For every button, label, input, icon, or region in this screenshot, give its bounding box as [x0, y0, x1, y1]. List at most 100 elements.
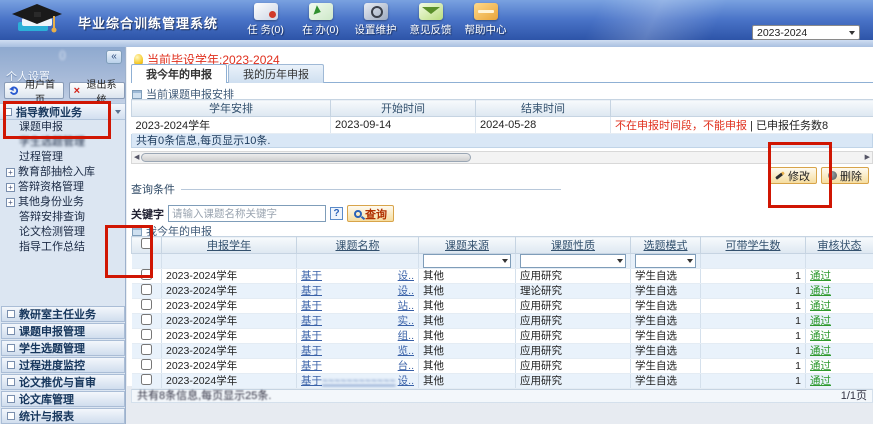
topic-title-link[interactable]: 基于 [301, 330, 322, 342]
sidebar-item-label: 课题申报 [19, 120, 63, 135]
scroll-right-icon[interactable]: ▶ [865, 153, 870, 163]
expand-plus-icon[interactable]: + [6, 198, 15, 207]
expand-plus-icon[interactable]: + [6, 168, 15, 177]
logout-button[interactable]: × 退出系统 [69, 82, 125, 99]
column-sort-link[interactable]: 课题性质 [551, 240, 595, 252]
tab-0[interactable]: 我今年的申报 [131, 64, 227, 83]
sidebar-item-3[interactable]: +教育部抽检入库 [0, 165, 125, 180]
sidebar-section-6[interactable]: 统计与报表 [1, 408, 125, 424]
close-x-icon: × [74, 86, 80, 96]
status-pass-link[interactable]: 通过 [810, 345, 831, 357]
delete-button[interactable]: 删除 [821, 167, 869, 184]
nav-item-tasks[interactable]: 任 务(0) [238, 3, 293, 37]
nav-item-help[interactable]: 帮助中心 [458, 3, 513, 37]
filter-select[interactable] [423, 254, 511, 268]
keyword-label: 关键字 [131, 206, 164, 222]
row-checkbox-cell [132, 344, 162, 359]
topic-title-link[interactable]: 基于 [301, 360, 322, 372]
row-mode-cell: 学生自选 [631, 269, 701, 284]
sidebar-section-3[interactable]: 过程进度监控 [1, 357, 125, 373]
topic-title-link-end[interactable]: 设.. [398, 375, 414, 387]
status-pass-link[interactable]: 通过 [810, 270, 831, 282]
modify-button[interactable]: 修改 [768, 167, 817, 184]
column-sort-link[interactable]: 课题名称 [336, 240, 380, 252]
topic-title-link-end[interactable]: 台.. [398, 360, 414, 372]
help-question-icon[interactable]: ? [330, 207, 343, 220]
schedule-start-cell: 2023-09-14 [331, 117, 476, 134]
scroll-left-icon[interactable]: ◀ [134, 153, 139, 163]
nav-item-settings[interactable]: 设置维护 [348, 3, 403, 37]
sidebar-section-teacher[interactable]: 指导教师业务 [0, 103, 125, 120]
nav-item-inprogress[interactable]: 在 办(0) [293, 3, 348, 37]
row-checkbox[interactable] [141, 359, 152, 370]
keyword-input[interactable] [168, 205, 326, 222]
year-select[interactable]: 2023-2024 [752, 25, 860, 40]
sidebar-section-5[interactable]: 论文库管理 [1, 391, 125, 407]
filter-select[interactable] [520, 254, 626, 268]
home-button[interactable]: 用户首页 [4, 82, 64, 99]
column-sort-link[interactable]: 选题模式 [644, 240, 688, 252]
scrollbar-thumb[interactable] [141, 153, 471, 162]
topic-title-link-end[interactable]: 设.. [398, 270, 414, 282]
topic-title-link[interactable]: 基于 [301, 300, 322, 312]
select-all-header-cell [132, 237, 162, 254]
status-pass-link[interactable]: 通过 [810, 315, 831, 327]
column-sort-link[interactable]: 课题来源 [445, 240, 489, 252]
sidebar-item-0[interactable]: 课题申报 [0, 120, 125, 135]
sidebar-collapse-button[interactable]: « [106, 50, 122, 64]
topic-title-link-end[interactable]: 实.. [398, 315, 414, 327]
report-table: 申报学年课题名称课题来源课题性质选题模式可带学生数审核状态 2023-2024学… [131, 236, 873, 389]
status-pass-link[interactable]: 通过 [810, 285, 831, 297]
sidebar-section-0[interactable]: 教研室主任业务 [1, 306, 125, 322]
row-checkbox[interactable] [141, 269, 152, 280]
row-checkbox[interactable] [141, 314, 152, 325]
logout-button-label: 退出系统 [83, 76, 120, 106]
filter-select[interactable] [635, 254, 696, 268]
sidebar-item-8[interactable]: 指导工作总结 [0, 240, 125, 255]
row-checkbox[interactable] [141, 344, 152, 355]
status-pass-link[interactable]: 通过 [810, 330, 831, 342]
row-status-cell: 通过 [806, 284, 873, 299]
column-sort-link[interactable]: 申报学年 [207, 240, 251, 252]
sidebar-item-7[interactable]: 论文检测管理 [0, 225, 125, 240]
sidebar-item-2[interactable]: 过程管理 [0, 150, 125, 165]
sidebar-item-6[interactable]: 答辩安排查询 [0, 210, 125, 225]
sidebar-item-label: 过程管理 [19, 150, 63, 165]
report-table-body: 2023-2024学年基于设..其他应用研究学生自选1通过2023-2024学年… [132, 269, 873, 389]
topic-title-link-end[interactable]: 设.. [398, 285, 414, 297]
topic-title-link[interactable]: 基于 [301, 270, 322, 282]
select-all-checkbox[interactable] [141, 238, 152, 249]
row-checkbox[interactable] [141, 374, 152, 385]
row-source-cell: 其他 [419, 299, 516, 314]
nav-item-feedback[interactable]: 意见反馈 [403, 3, 458, 37]
page: 毕业综合训练管理系统 任 务(0)在 办(0)设置维护意见反馈帮助中心 2023… [0, 0, 873, 424]
status-pass-link[interactable]: 通过 [810, 360, 831, 372]
topic-title-link[interactable]: 基于 [301, 315, 322, 327]
expand-plus-icon[interactable]: + [6, 183, 15, 192]
tab-1[interactable]: 我的历年申报 [228, 64, 324, 83]
sidebar-item-4[interactable]: +答辩资格管理 [0, 180, 125, 195]
section-box-icon [7, 327, 15, 335]
column-sort-link[interactable]: 可带学生数 [726, 240, 781, 252]
horizontal-scrollbar[interactable]: ◀ ▶ [131, 151, 873, 164]
topic-title-link-end[interactable]: 站.. [398, 300, 414, 312]
row-checkbox[interactable] [141, 284, 152, 295]
sidebar-item-1[interactable]: 学生选题管理 [0, 135, 125, 150]
row-checkbox[interactable] [141, 329, 152, 340]
topic-title-link[interactable]: 基于 [301, 375, 322, 387]
row-checkbox[interactable] [141, 299, 152, 310]
topic-title-link[interactable]: 基于 [301, 285, 322, 297]
search-button[interactable]: 查询 [347, 205, 394, 222]
topic-title-link-end[interactable]: 组.. [398, 330, 414, 342]
column-sort-link[interactable]: 审核状态 [818, 240, 862, 252]
status-pass-link[interactable]: 通过 [810, 375, 831, 387]
topic-title-link[interactable]: 基于 [301, 345, 322, 357]
sidebar-section-4[interactable]: 论文推优与盲审 [1, 374, 125, 390]
sidebar-section-2[interactable]: 学生选题管理 [1, 340, 125, 356]
sidebar-item-5[interactable]: +其他身份业务 [0, 195, 125, 210]
topic-title-link-end[interactable]: 览.. [398, 345, 414, 357]
filter-cell [297, 254, 419, 269]
status-pass-link[interactable]: 通过 [810, 300, 831, 312]
schedule-column-header: 结束时间 [476, 100, 611, 117]
sidebar-section-1[interactable]: 课题申报管理 [1, 323, 125, 339]
